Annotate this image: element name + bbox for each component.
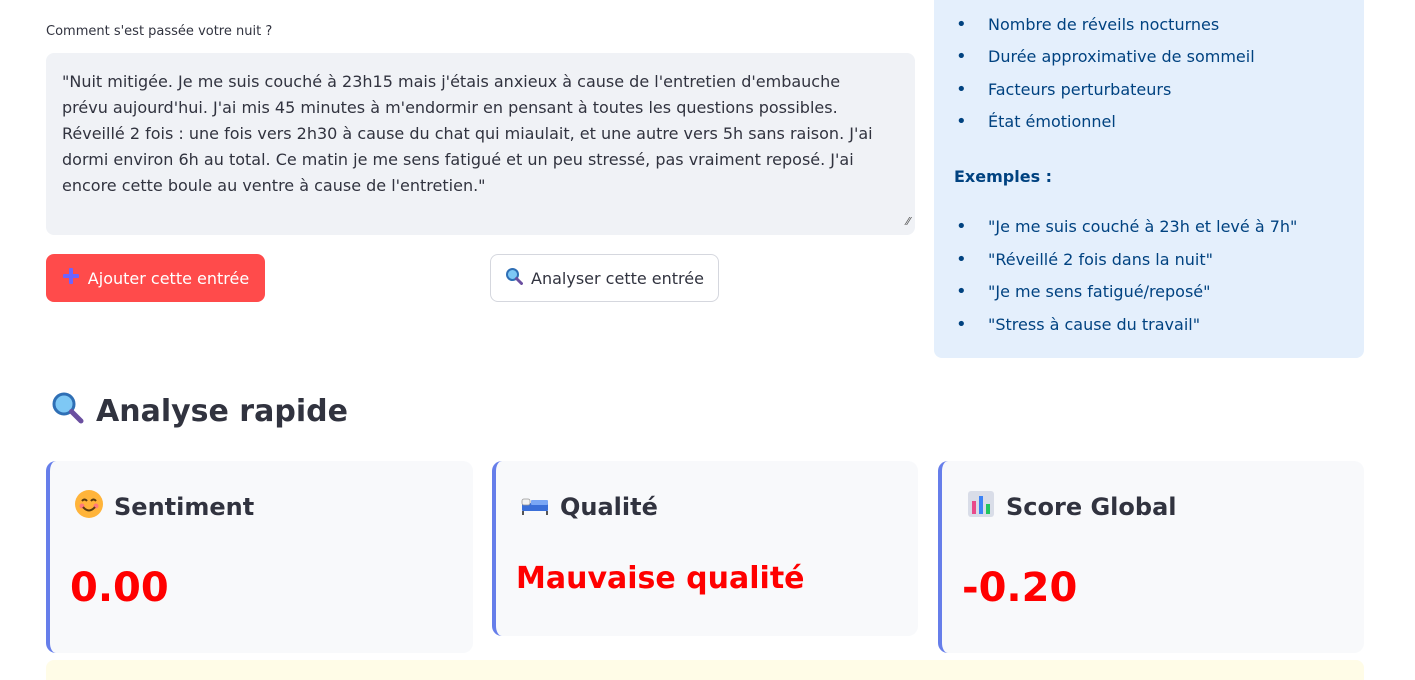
tips-info-box: Votre ressenti au réveil Nombre de révei… [934, 0, 1364, 358]
analysis-title-text: Analyse rapide [96, 393, 348, 429]
sentiment-title-text: Sentiment [114, 493, 255, 521]
sentiment-card: Sentiment 0.00 [46, 461, 473, 653]
add-entry-label: Ajouter cette entrée [87, 268, 250, 288]
tips-item: Nombre de réveils nocturnes [954, 13, 1354, 46]
quality-card-title: Qualité [520, 489, 658, 525]
global-score-title-text: Score Global [1006, 493, 1177, 521]
night-question-label: Comment s'est passée votre nuit ? [46, 24, 273, 39]
examples-list: "Je me suis couché à 23h et levé à 7h" "… [954, 215, 1354, 345]
night-description-textarea[interactable]: "Nuit mitigée. Je me suis couché à 23h15… [46, 53, 915, 235]
example-item: "Je me suis couché à 23h et levé à 7h" [954, 215, 1354, 248]
tips-item: Votre ressenti au réveil [954, 0, 1354, 13]
tips-item: Durée approximative de sommeil [954, 45, 1354, 78]
analyze-entry-label: Analyser cette entrée [531, 268, 704, 288]
global-score-card-title: Score Global [966, 489, 1176, 525]
magnifier-icon [50, 390, 84, 432]
add-entry-button[interactable]: Ajouter cette entrée [46, 254, 265, 302]
bar-chart-icon [966, 489, 996, 525]
analyze-entry-button[interactable]: Analyser cette entrée [490, 254, 719, 302]
plus-icon [62, 267, 80, 289]
example-item: "Stress à cause du travail" [954, 313, 1354, 346]
quality-card: Qualité Mauvaise qualité [492, 461, 918, 636]
bed-icon [520, 489, 550, 525]
tips-item: État émotionnel [954, 110, 1354, 143]
example-item: "Je me sens fatigué/reposé" [954, 280, 1354, 313]
resize-handle-icon[interactable]: ⁄⁄ [906, 213, 910, 231]
global-score-card: Score Global -0.20 [938, 461, 1364, 653]
sentiment-value: 0.00 [70, 565, 169, 611]
smiling-face-icon [74, 489, 104, 525]
quality-value: Mauvaise qualité [516, 561, 805, 596]
global-score-value: -0.20 [962, 565, 1078, 611]
example-item: "Réveillé 2 fois dans la nuit" [954, 248, 1354, 281]
quality-title-text: Qualité [560, 493, 658, 521]
night-description-text: "Nuit mitigée. Je me suis couché à 23h15… [62, 72, 873, 195]
tips-item: Facteurs perturbateurs [954, 78, 1354, 111]
magnifier-icon [505, 267, 524, 289]
sentiment-card-title: Sentiment [74, 489, 254, 525]
examples-title: Exemples : [954, 167, 1053, 186]
tips-list: Votre ressenti au réveil Nombre de révei… [954, 0, 1354, 143]
warning-alert-box [46, 660, 1364, 680]
analysis-section-title: Analyse rapide [50, 390, 348, 432]
